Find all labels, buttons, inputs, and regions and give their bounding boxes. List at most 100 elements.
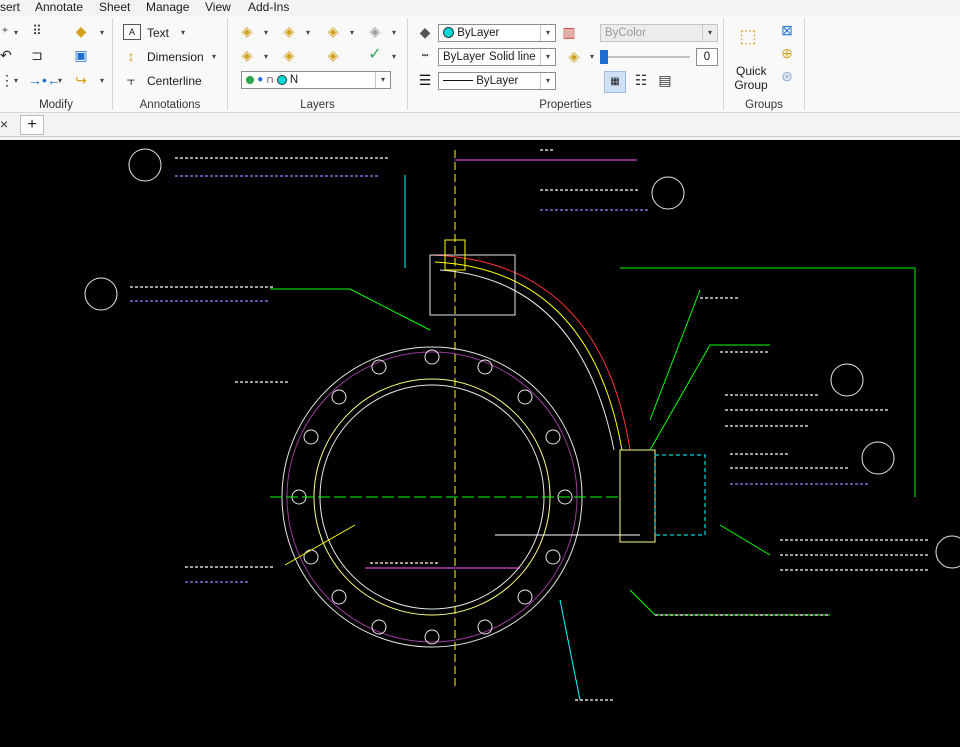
leader-1	[270, 288, 431, 331]
leader-5	[629, 589, 830, 616]
linetype-icon[interactable]: ┅	[416, 48, 434, 64]
fillet-icon[interactable]: ↪	[72, 72, 90, 88]
layer-isolate-icon[interactable]: ◈	[238, 47, 256, 63]
balloon-tag	[128, 148, 162, 182]
menu-add-ins[interactable]: Add-Ins	[248, 0, 289, 15]
handle-arc-yellow	[434, 261, 623, 451]
menu-view[interactable]: View	[205, 0, 231, 15]
layer-freeze-icon[interactable]: ◈	[324, 47, 342, 63]
dimension-icon[interactable]: ↕	[123, 48, 139, 64]
ungroup-icon[interactable]: ⊠	[778, 22, 796, 38]
drawing-canvas[interactable]	[0, 140, 960, 747]
chevron-down-icon[interactable]: ▾	[212, 52, 216, 61]
stretch-icon[interactable]: →•←	[28, 72, 61, 88]
color-book-icon[interactable]: ▥	[560, 24, 578, 40]
chevron-down-icon: ▾	[702, 25, 717, 41]
layer-dropdown[interactable]: ● ⊓ N ▾	[241, 71, 391, 89]
layer-lock-icon[interactable]: ◈	[324, 23, 342, 39]
layer-color-icon[interactable]: ◈	[566, 48, 582, 64]
group-icon[interactable]: ⬚	[736, 27, 760, 45]
layer-match-icon[interactable]: ◈	[280, 23, 298, 39]
chevron-down-icon[interactable]: ▾	[264, 52, 268, 61]
layer-walk-icon[interactable]: ◈	[280, 47, 298, 63]
balloon-tag	[84, 277, 118, 311]
transparency-value: 0	[703, 51, 711, 63]
list-icon[interactable]: ☷	[632, 72, 650, 88]
current-layer-name: N	[289, 74, 299, 87]
balloon-tag	[651, 176, 685, 210]
chevron-down-icon[interactable]: ▾	[540, 25, 555, 41]
chevron-down-icon[interactable]: ▾	[58, 76, 62, 85]
explode-icon[interactable]: ▣	[72, 47, 90, 63]
linetype-value: ByLayer	[443, 51, 486, 63]
chevron-down-icon[interactable]: ▾	[100, 76, 104, 85]
array-icon[interactable]: ⠿	[28, 23, 46, 39]
lineweight-dropdown[interactable]: ByLayer ▾	[438, 72, 556, 90]
chevron-down-icon[interactable]: ▾	[181, 28, 185, 37]
chevron-down-icon[interactable]: ▾	[540, 73, 555, 89]
plot-style-dropdown: ByColor ▾	[600, 24, 718, 42]
text-icon[interactable]: A	[123, 24, 141, 40]
chevron-down-icon[interactable]: ▾	[350, 28, 354, 37]
close-icon[interactable]: ×	[0, 116, 8, 132]
chevron-down-icon[interactable]: ▾	[590, 52, 594, 61]
modify-panel: ⁺ ▾ ⠿ ◆ ▾ ↶ ⊐ ▣ ⋮ ▾ →•← ▾ ↪ ▾ Modify	[0, 16, 112, 112]
dimension-button[interactable]: Dimension	[147, 50, 204, 64]
properties-sheet-icon[interactable]: ▤	[656, 72, 674, 88]
show-lineweight-icon[interactable]: ▦	[604, 71, 626, 93]
move-icon[interactable]: ⁺	[0, 24, 10, 40]
chevron-down-icon[interactable]: ▾	[392, 52, 396, 61]
chevron-down-icon[interactable]: ▾	[375, 72, 390, 88]
color-swatch-icon	[443, 27, 454, 39]
chevron-down-icon[interactable]: ▾	[100, 28, 104, 37]
menu-sheet[interactable]: Sheet	[99, 0, 130, 15]
chevron-down-icon[interactable]: ▾	[306, 28, 310, 37]
chevron-down-icon[interactable]: ▾	[14, 76, 18, 85]
centerline-icon[interactable]: ⫟	[123, 72, 139, 88]
new-tab-button[interactable]: +	[20, 115, 44, 135]
chevron-down-icon[interactable]: ▾	[540, 49, 555, 65]
make-current-icon[interactable]: ✓	[366, 47, 384, 63]
menu-annotate[interactable]: Annotate	[35, 0, 83, 15]
groups-panel-label: Groups	[745, 99, 783, 111]
transparency-slider[interactable]	[600, 50, 690, 64]
chevron-down-icon[interactable]: ▾	[14, 28, 18, 37]
match-properties-icon[interactable]: ◆	[416, 24, 434, 40]
balloon-tag	[935, 535, 960, 569]
freeze-icon: ●	[257, 74, 264, 85]
linetype-dropdown[interactable]: ByLayer Solid line ▾	[438, 48, 556, 66]
leader-4	[649, 344, 770, 451]
color-dropdown[interactable]: ByLayer ▾	[438, 24, 556, 42]
leader-3	[649, 289, 701, 421]
rotate-icon[interactable]: ↶	[0, 47, 12, 63]
quick-group-label-2[interactable]: Group	[734, 78, 768, 92]
chevron-down-icon[interactable]: ▾	[392, 28, 396, 37]
erase-icon[interactable]: ◆	[72, 23, 90, 39]
centerline-button[interactable]: Centerline	[147, 74, 202, 88]
mirror-icon[interactable]: ⋮	[0, 72, 14, 88]
leader-6	[559, 599, 581, 701]
lineweight-icon[interactable]: ☰	[416, 72, 434, 88]
drawing-svg	[84, 148, 960, 701]
transparency-field[interactable]: 0	[696, 48, 718, 66]
quick-group-label-1[interactable]: Quick	[736, 64, 767, 78]
gear-box	[619, 449, 656, 543]
lineweight-sample	[443, 80, 473, 82]
slider-thumb[interactable]	[600, 50, 608, 64]
layer-properties-icon[interactable]: ◈	[238, 23, 256, 39]
gear-box-outline	[654, 454, 706, 536]
ribbon: ⁺ ▾ ⠿ ◆ ▾ ↶ ⊐ ▣ ⋮ ▾ →•← ▾ ↪ ▾ Modify A T…	[0, 16, 960, 113]
groups-panel: ⬚ Quick Group ⊠ ⊕ ⊛ Groups	[724, 16, 804, 112]
balloon-tag	[861, 441, 895, 475]
layer-states-icon[interactable]: ◈	[366, 23, 384, 39]
group-selection-icon[interactable]: ⊛	[778, 68, 796, 84]
menu-bar: sert Annotate Sheet Manage View Add-Ins	[0, 0, 960, 16]
menu-insert[interactable]: sert	[0, 0, 20, 15]
chevron-down-icon[interactable]: ▾	[264, 28, 268, 37]
offset-icon[interactable]: ⊐	[28, 47, 46, 63]
text-button[interactable]: Text	[147, 26, 169, 40]
layers-panel-label: Layers	[300, 99, 335, 111]
annotations-panel: A Text ▾ ↕ Dimension ▾ ⫟ Centerline Anno…	[113, 16, 227, 112]
group-edit-icon[interactable]: ⊕	[778, 45, 796, 61]
menu-manage[interactable]: Manage	[146, 0, 189, 15]
